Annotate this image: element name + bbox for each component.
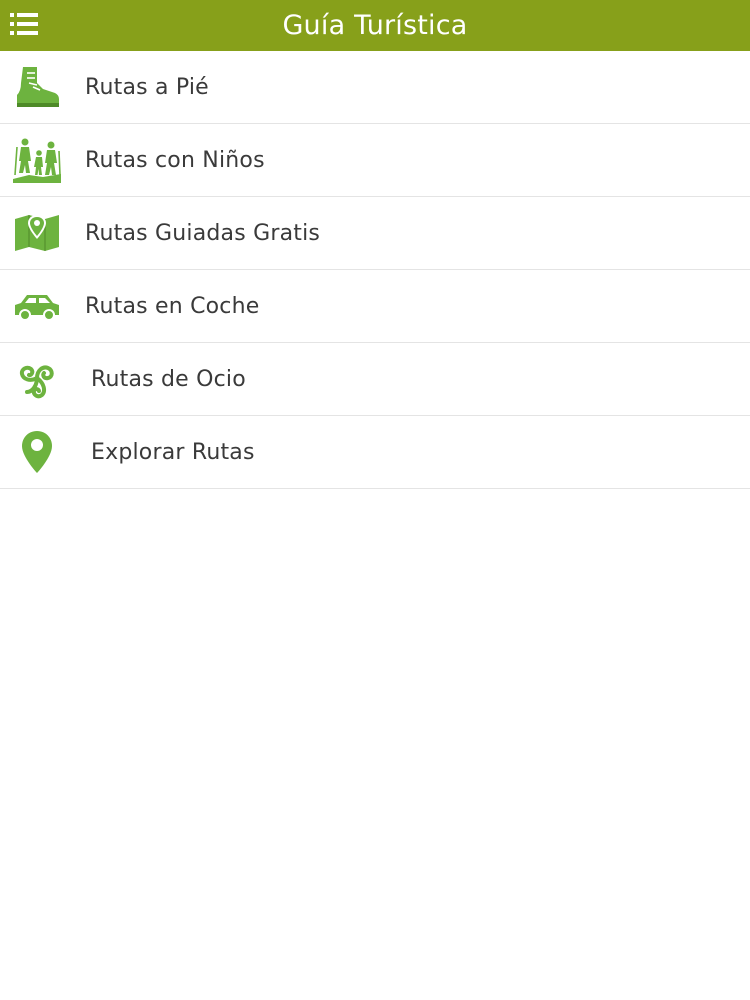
menu-item-rutas-a-pie[interactable]: Rutas a Pié (0, 51, 750, 124)
app-header: Guía Turística (0, 0, 750, 51)
routes-menu-list: Rutas a Pié Rutas con Niños Rutas Guiada… (0, 51, 750, 489)
map-pin-icon (12, 210, 62, 256)
menu-button[interactable] (10, 12, 38, 36)
menu-item-rutas-en-coche[interactable]: Rutas en Coche (0, 270, 750, 343)
location-pin-icon (12, 429, 62, 475)
menu-item-rutas-con-ninos[interactable]: Rutas con Niños (0, 124, 750, 197)
menu-item-label: Rutas a Pié (85, 74, 209, 100)
car-icon (12, 283, 62, 329)
hamburger-list-icon (10, 13, 38, 35)
menu-item-label: Rutas con Niños (85, 147, 265, 173)
menu-item-rutas-de-ocio[interactable]: Rutas de Ocio (0, 343, 750, 416)
triskelion-icon (12, 356, 62, 402)
menu-item-explorar-rutas[interactable]: Explorar Rutas (0, 416, 750, 489)
menu-item-label: Rutas en Coche (85, 293, 260, 319)
menu-item-label: Rutas de Ocio (91, 366, 246, 392)
page-title: Guía Turística (282, 10, 468, 41)
menu-item-rutas-guiadas-gratis[interactable]: Rutas Guiadas Gratis (0, 197, 750, 270)
family-hiking-icon (12, 137, 62, 183)
menu-item-label: Rutas Guiadas Gratis (85, 220, 321, 246)
menu-item-label: Explorar Rutas (91, 439, 255, 465)
hiking-boot-icon (12, 64, 62, 110)
